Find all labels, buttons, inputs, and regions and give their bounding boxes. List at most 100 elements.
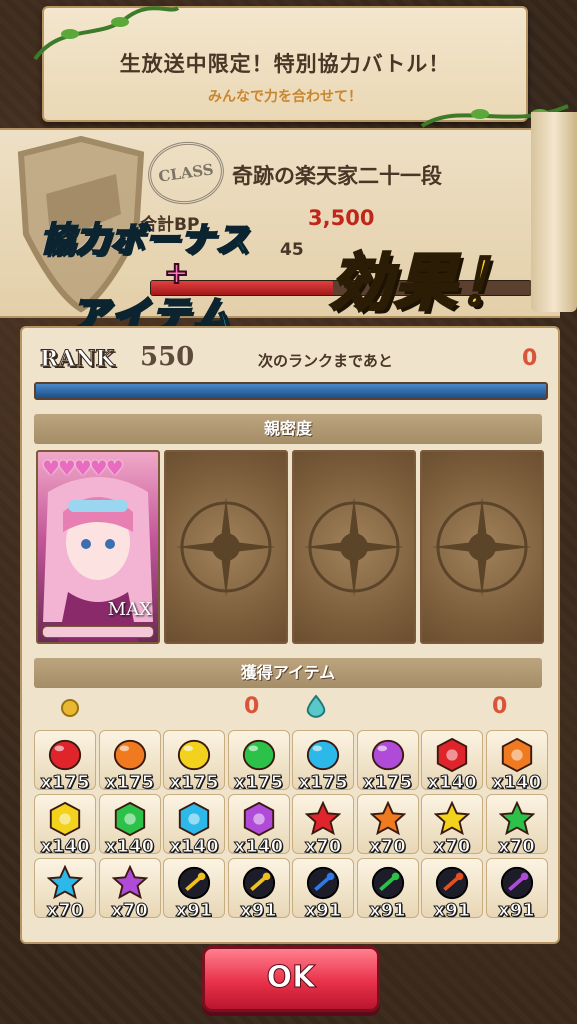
gem-icon [501, 737, 532, 773]
currency-1-value: 0 [244, 694, 260, 719]
item-quantity: x91 [498, 900, 536, 922]
scroll-decoration [531, 112, 577, 312]
gem-icon [436, 737, 468, 773]
item-star-gem: x70 [34, 858, 96, 922]
coin-icon [61, 699, 79, 717]
item-quantity: x70 [498, 836, 536, 858]
class-stamp: CLASS [144, 137, 228, 209]
item-quantity: x140 [169, 836, 219, 858]
item-quantity: x175 [40, 772, 90, 794]
character-card[interactable]: ♥♥♥♥♥ MAX [36, 450, 160, 644]
gem-icon [435, 866, 469, 900]
gem-icon [49, 801, 81, 837]
intimacy-header: 親密度 [34, 414, 542, 444]
item-hex-gem: x140 [163, 794, 225, 858]
currency-2-value: 0 [492, 694, 508, 719]
empty-card-slot [420, 450, 544, 644]
item-hex-gem: x140 [98, 794, 161, 858]
item-quantity: x91 [304, 900, 342, 922]
gem-icon [306, 866, 340, 900]
gem-icon [498, 801, 535, 836]
gem-icon [434, 801, 470, 836]
item-orb-gem: x91 [292, 858, 354, 922]
gem-icon [177, 866, 211, 900]
next-rank-value: 0 [522, 346, 538, 371]
item-quantity: x91 [433, 900, 471, 922]
gem-icon [48, 739, 82, 771]
items-header: 獲得アイテム [34, 658, 542, 688]
gem-icon [111, 865, 148, 900]
item-quantity: x140 [104, 836, 155, 858]
max-label: MAX [107, 599, 152, 620]
item-quantity: x70 [111, 900, 149, 922]
gem-icon [371, 739, 404, 771]
item-quantity: x175 [362, 772, 413, 794]
bp-secondary-value: 45 [280, 240, 304, 260]
item-quantity: x70 [304, 836, 342, 858]
item-round-gem: x175 [34, 730, 96, 794]
vine-decoration-left [33, 6, 180, 61]
gem-icon [371, 866, 404, 900]
item-quantity: x91 [369, 900, 407, 922]
gem-icon [114, 801, 145, 837]
empty-card-slot [164, 450, 288, 644]
item-quantity: x140 [491, 772, 542, 794]
item-star-gem: x70 [356, 794, 419, 858]
rank-label: RANK [40, 346, 116, 373]
rank-value: 550 [140, 342, 195, 372]
item-round-gem: x175 [98, 730, 161, 794]
item-quantity: x175 [233, 772, 284, 794]
item-star-gem: x70 [485, 794, 548, 858]
gem-icon [242, 866, 275, 900]
item-round-gem: x175 [292, 730, 354, 794]
gem-icon [47, 865, 83, 900]
item-round-gem: x175 [227, 730, 290, 794]
gem-icon [243, 801, 274, 837]
item-quantity: x175 [298, 772, 348, 794]
item-hex-gem: x140 [227, 794, 290, 858]
item-hex-gem: x140 [34, 794, 96, 858]
class-name: 奇跡の楽天家二十一段 [232, 164, 442, 188]
gem-icon [178, 801, 210, 837]
item-round-gem: x175 [163, 730, 225, 794]
item-quantity: x140 [233, 836, 284, 858]
item-orb-gem: x91 [421, 858, 483, 922]
item-star-gem: x70 [421, 794, 483, 858]
gem-icon [305, 801, 341, 836]
rank-progress-bar [34, 382, 548, 400]
item-quantity: x70 [46, 900, 84, 922]
compass-emblem-icon [176, 497, 276, 597]
ok-button[interactable]: OK [202, 946, 380, 1012]
item-quantity: x91 [175, 900, 213, 922]
intimacy-hearts: ♥♥♥♥♥ [42, 456, 124, 480]
empty-card-slot [292, 450, 416, 644]
item-hex-gem: x140 [485, 730, 548, 794]
gem-icon [306, 739, 340, 771]
item-quantity: x140 [427, 772, 477, 794]
item-orb-gem: x91 [227, 858, 290, 922]
overlay-bonus-text: 協力ボーナス [39, 219, 250, 261]
gem-icon [113, 739, 146, 771]
item-quantity: x91 [240, 900, 278, 922]
item-quantity: x175 [169, 772, 219, 794]
compass-emblem-icon [304, 497, 404, 597]
gem-icon [242, 739, 275, 771]
item-orb-gem: x91 [485, 858, 548, 922]
item-quantity: x70 [433, 836, 471, 858]
intimacy-bar [42, 626, 154, 638]
item-star-gem: x70 [98, 858, 161, 922]
result-panel: RANK 550 次のランクまであと 0 親密度 ♥♥♥♥♥ MAX 獲得アイテ… [20, 326, 560, 944]
item-quantity: x140 [40, 836, 90, 858]
item-orb-gem: x91 [356, 858, 419, 922]
item-hex-gem: x140 [421, 730, 483, 794]
item-quantity: x70 [369, 836, 407, 858]
water-drop-icon [306, 694, 326, 718]
item-star-gem: x70 [292, 794, 354, 858]
overlay-effect-text: 効果！ [328, 245, 523, 321]
gem-icon [177, 739, 211, 771]
item-quantity: x175 [104, 772, 155, 794]
bp-value: 3,500 [308, 206, 375, 230]
gem-icon [500, 866, 533, 900]
item-orb-gem: x91 [163, 858, 225, 922]
item-round-gem: x175 [356, 730, 419, 794]
